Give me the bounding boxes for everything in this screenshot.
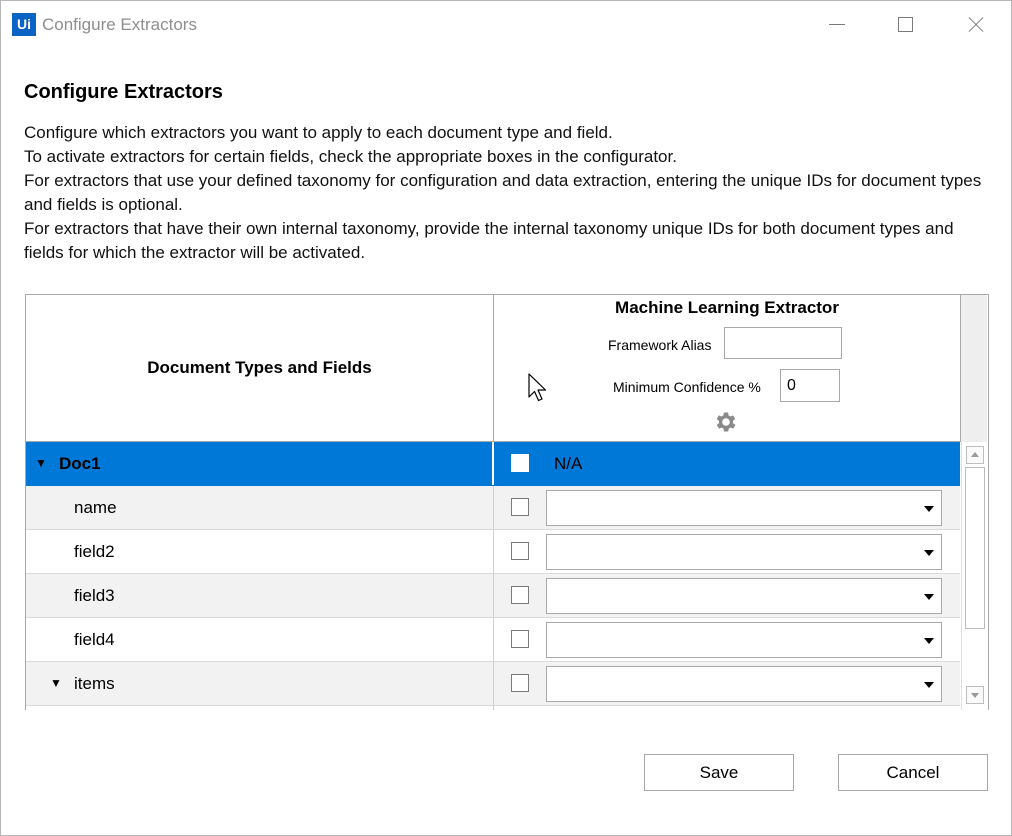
description-line: For extractors that have their own inter… bbox=[24, 219, 954, 262]
row-name-cell: ▼ Doc1 bbox=[26, 442, 494, 485]
field-id-dropdown[interactable] bbox=[546, 578, 942, 614]
gear-icon[interactable] bbox=[713, 409, 739, 435]
field-id-dropdown[interactable] bbox=[546, 534, 942, 570]
table-row-name[interactable]: name bbox=[26, 486, 960, 530]
row-name: field3 bbox=[74, 586, 115, 605]
row-name: items bbox=[74, 674, 115, 693]
row-name: field4 bbox=[74, 630, 115, 649]
row-name-cell: name bbox=[26, 486, 494, 529]
row-value-cell bbox=[494, 662, 960, 705]
extractor-grid: Document Types and Fields Machine Learni… bbox=[25, 294, 989, 710]
cancel-button[interactable]: Cancel bbox=[838, 754, 988, 791]
vertical-scrollbar[interactable] bbox=[961, 442, 988, 710]
description-line: For extractors that use your defined tax… bbox=[24, 171, 982, 214]
row-name-cell: ▼ items bbox=[26, 662, 494, 705]
close-button[interactable] bbox=[958, 11, 994, 39]
activate-checkbox[interactable] bbox=[511, 586, 529, 604]
scroll-down-icon[interactable] bbox=[966, 686, 984, 704]
row-value-cell bbox=[494, 618, 960, 661]
field-id-dropdown[interactable] bbox=[546, 666, 942, 702]
window-title: Configure Extractors bbox=[42, 15, 197, 34]
field-id-dropdown[interactable] bbox=[546, 622, 942, 658]
table-row-field3[interactable]: field3 bbox=[26, 574, 960, 618]
table-row-partial[interactable] bbox=[26, 706, 960, 710]
title-bar: Ui Configure Extractors bbox=[1, 1, 1011, 49]
row-name: name bbox=[74, 498, 117, 517]
framework-alias-label: Framework Alias bbox=[608, 337, 712, 353]
table-row-items[interactable]: ▼ items bbox=[26, 662, 960, 706]
row-name-cell: field4 bbox=[26, 618, 494, 661]
chevron-down-icon bbox=[924, 506, 934, 512]
min-confidence-label: Minimum Confidence % bbox=[613, 379, 761, 395]
scroll-up-icon[interactable] bbox=[966, 446, 984, 464]
table-row-field2[interactable]: field2 bbox=[26, 530, 960, 574]
description: Configure which extractors you want to a… bbox=[24, 121, 994, 265]
expand-triangle-icon[interactable]: ▼ bbox=[35, 456, 47, 470]
configure-extractors-window: Ui Configure Extractors Configure Extrac… bbox=[0, 0, 1012, 836]
row-name: Doc1 bbox=[59, 454, 101, 473]
table-row-doc1[interactable]: ▼ Doc1 N/A bbox=[26, 442, 960, 486]
column-header-ml-extractor: Machine Learning Extractor Framework Ali… bbox=[494, 295, 961, 442]
header-scroll-gutter bbox=[961, 295, 987, 442]
row-value-cell bbox=[494, 706, 960, 710]
na-label: N/A bbox=[554, 454, 583, 473]
chevron-down-icon bbox=[924, 682, 934, 688]
mouse-pointer-icon bbox=[528, 373, 547, 402]
row-value-cell bbox=[494, 574, 960, 617]
chevron-down-icon bbox=[924, 594, 934, 600]
scroll-thumb[interactable] bbox=[965, 467, 985, 629]
chevron-down-icon bbox=[924, 638, 934, 644]
activate-checkbox[interactable] bbox=[511, 674, 529, 692]
column-header-label: Document Types and Fields bbox=[147, 358, 372, 377]
activate-checkbox[interactable] bbox=[511, 498, 529, 516]
minimize-button[interactable] bbox=[819, 11, 855, 39]
framework-alias-input[interactable] bbox=[724, 327, 842, 359]
expand-triangle-icon[interactable]: ▼ bbox=[50, 676, 62, 690]
uipath-logo-icon: Ui bbox=[12, 13, 36, 36]
row-value-cell bbox=[494, 530, 960, 573]
description-line: Configure which extractors you want to a… bbox=[24, 123, 613, 142]
min-confidence-input[interactable] bbox=[780, 369, 840, 402]
activate-checkbox[interactable] bbox=[511, 630, 529, 648]
save-button[interactable]: Save bbox=[644, 754, 794, 791]
activate-checkbox[interactable] bbox=[511, 454, 529, 472]
field-id-dropdown[interactable] bbox=[546, 490, 942, 526]
description-line: To activate extractors for certain field… bbox=[24, 147, 677, 166]
row-name-cell: field3 bbox=[26, 574, 494, 617]
column-header-document-types: Document Types and Fields bbox=[26, 295, 494, 442]
row-name-cell bbox=[26, 706, 494, 710]
grid-rows: ▼ Doc1 N/A name field2 field3 field4 ▼ i… bbox=[26, 442, 960, 710]
row-value-cell bbox=[494, 486, 960, 529]
activate-checkbox[interactable] bbox=[511, 542, 529, 560]
chevron-down-icon bbox=[924, 550, 934, 556]
row-value-cell: N/A bbox=[494, 442, 960, 485]
row-name: field2 bbox=[74, 542, 115, 561]
extractor-title: Machine Learning Extractor bbox=[615, 298, 839, 317]
table-row-field4[interactable]: field4 bbox=[26, 618, 960, 662]
row-name-cell: field2 bbox=[26, 530, 494, 573]
page-title: Configure Extractors bbox=[24, 81, 223, 103]
maximize-button[interactable] bbox=[888, 11, 924, 39]
